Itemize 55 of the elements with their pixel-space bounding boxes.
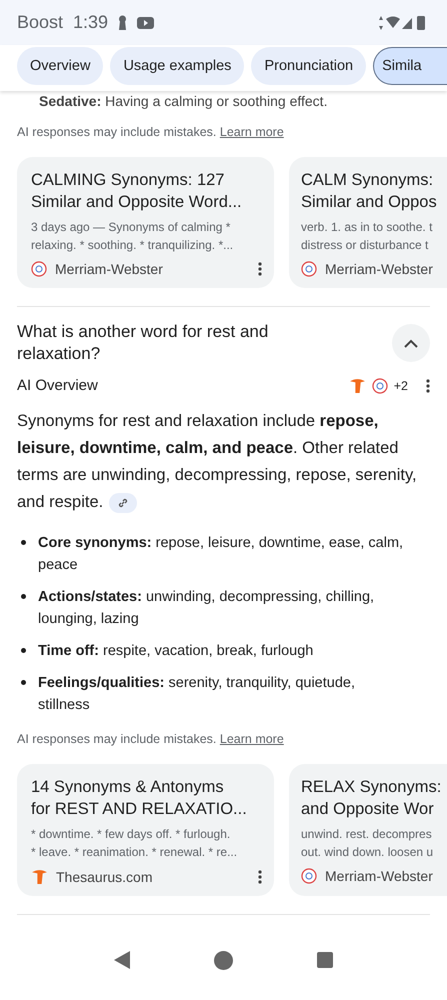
bullet-dot bbox=[21, 680, 26, 685]
card-title: CALMING Synonyms: 127 Similar and Opposite Word... bbox=[31, 170, 243, 213]
source-name: Thesaurus.com bbox=[56, 868, 154, 884]
chevron-icon bbox=[404, 338, 418, 348]
more-icon[interactable] bbox=[426, 378, 430, 392]
ai-overview-label: AI Overview bbox=[17, 377, 99, 394]
learn-more-link[interactable]: Learn more bbox=[220, 125, 284, 139]
filter-chip[interactable]: Overview bbox=[17, 47, 104, 85]
source-count: +2 bbox=[394, 378, 408, 392]
filter-chip[interactable]: Simila bbox=[373, 47, 447, 85]
card-title: CALM Synonyms: Similar and Oppos bbox=[301, 170, 438, 213]
link-icon[interactable] bbox=[109, 492, 138, 513]
bullet-text: Actions/states: unwinding, decompressing, chilling, lounging, lazing bbox=[38, 588, 376, 629]
more-icon[interactable] bbox=[258, 870, 262, 884]
source-name: Merriam-Webster bbox=[325, 868, 434, 884]
source-name: Merriam-Webster bbox=[325, 261, 434, 277]
thesaurus-logo-icon bbox=[348, 377, 366, 394]
result-card[interactable]: CALM Synonyms: Similar and Oppos verb. 1. as in to soothe. t distress or disturbance t Merriam-Webster bbox=[289, 157, 447, 288]
circle-logo-icon bbox=[301, 261, 317, 277]
disclaimer-text: AI responses may include mistakes. Learn more bbox=[17, 732, 285, 746]
bullet-text: Time off: respite, vacation, break, furlough bbox=[38, 642, 314, 661]
home-icon[interactable] bbox=[214, 950, 233, 970]
card-snippet: 3 days ago — Synonyms of calming * relaxing. * soothing. * tranquilizing. *... bbox=[31, 219, 234, 254]
circle-logo-icon bbox=[301, 868, 317, 884]
learn-more-link[interactable]: Learn more bbox=[220, 732, 284, 746]
disclaimer-text: AI responses may include mistakes. Learn more bbox=[17, 125, 285, 139]
result-card[interactable]: RELAX Synonyms: and Opposite Wor unwind. rest. decompres out. wind down. loosen u Merriam-Webster bbox=[289, 764, 447, 896]
bullet-dot bbox=[21, 648, 26, 653]
bullet-text: Feelings/qualities: serenity, tranquility, quietude, stillness bbox=[38, 674, 356, 715]
card-title: 14 Synonyms & Antonyms for REST AND RELAXATIO... bbox=[31, 777, 248, 820]
bullet-dot bbox=[21, 594, 26, 599]
bullet-dot bbox=[21, 540, 26, 545]
card-snippet: unwind. rest. decompres out. wind down. loosen u bbox=[301, 826, 434, 861]
clock: 1:39 bbox=[73, 12, 108, 33]
circle-logo-icon bbox=[372, 378, 388, 394]
card-snippet: verb. 1. as in to soothe. t distress or disturbance t bbox=[301, 219, 434, 254]
source-name: Merriam-Webster bbox=[55, 261, 164, 277]
result-card[interactable]: 14 Synonyms & Antonyms for REST AND RELAXATIO... * downtime. * few days off. * furlough. * leave. * reanimation. * renewal. * re... Thesaurus.com bbox=[17, 764, 274, 896]
thesaurus-logo-icon bbox=[31, 868, 48, 885]
filter-chip[interactable]: Pronunciation bbox=[251, 47, 366, 85]
result-card[interactable]: CALMING Synonyms: 127 Similar and Opposite Word... 3 days ago — Synonyms of calming * relaxing. * soothing. * tranquilizing. *... Merriam-Webster bbox=[17, 157, 274, 288]
card-snippet: * downtime. * few days off. * furlough. * leave. * reanimation. * renewal. * re... bbox=[31, 826, 238, 861]
circle-logo-icon bbox=[31, 261, 47, 277]
bullet-text: Sedative: Having a calming or soothing effect. bbox=[38, 92, 328, 109]
summary-paragraph: Synonyms for rest and relaxation include repose, leisure, downtime, calm, and peace. Other related terms are unwinding, decompressing, repose, serenity, and respite. bbox=[17, 411, 418, 515]
keyhole-icon bbox=[118, 15, 128, 30]
carrier-name: Boost bbox=[17, 12, 64, 33]
video-icon bbox=[137, 16, 154, 28]
bullet-text: Core synonyms: repose, leisure, downtime, ease, calm, peace bbox=[38, 534, 404, 575]
back-icon[interactable] bbox=[114, 951, 130, 969]
collapse-button[interactable] bbox=[392, 324, 430, 362]
filter-chip[interactable]: Usage examples bbox=[110, 47, 244, 85]
question-title: What is another word for rest and relaxation? bbox=[17, 321, 270, 365]
card-title: RELAX Synonyms: and Opposite Wor bbox=[301, 777, 442, 820]
more-icon[interactable] bbox=[258, 262, 262, 276]
